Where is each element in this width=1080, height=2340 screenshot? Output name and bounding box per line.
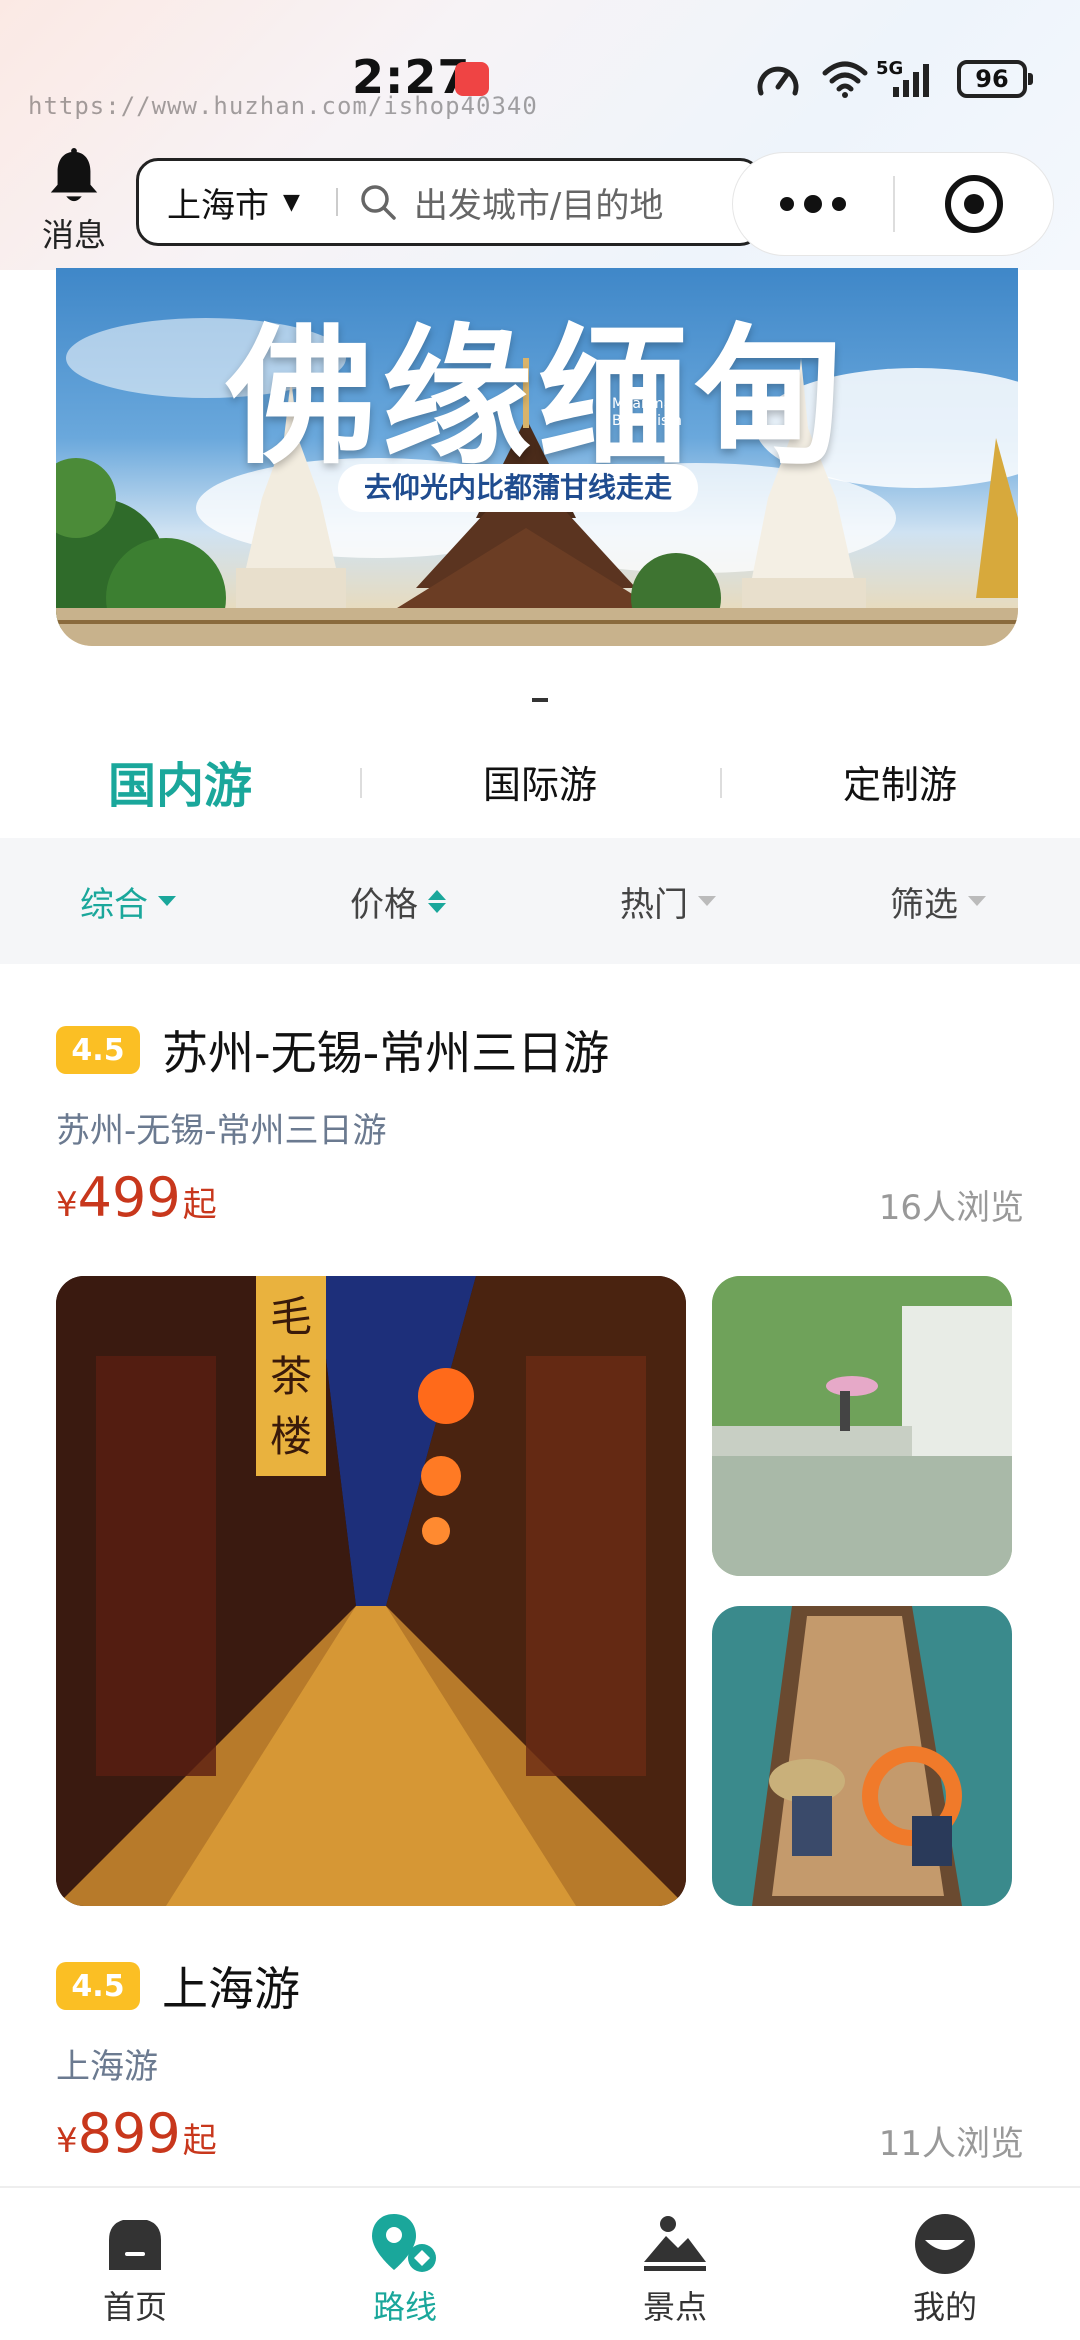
boat-photo (712, 1606, 1012, 1906)
price-value: 899 (77, 2102, 181, 2165)
svg-text:毛: 毛 (270, 1292, 312, 1341)
more-dot-icon (832, 197, 846, 211)
rating-badge: 4.5 (56, 1026, 140, 1074)
search-input[interactable]: 出发城市/目的地 (414, 178, 663, 227)
tab-international[interactable]: 国际游 (400, 726, 680, 836)
route-card[interactable]: 4.5 苏州-无锡-常州三日游 苏州-无锡-常州三日游 ¥ 499 起 16人浏… (56, 1017, 1024, 1906)
price-suffix: 起 (182, 1185, 217, 1225)
sort-price[interactable]: 价格 (350, 838, 446, 964)
sort-overall[interactable]: 综合 (80, 838, 176, 964)
sort-price-label: 价格 (350, 884, 418, 925)
route-subtitle: 苏州-无锡-常州三日游 (56, 1111, 387, 1151)
city-selector[interactable]: 上海市 ▼ (167, 178, 300, 227)
price-suffix: 起 (182, 2121, 217, 2161)
tab-divider (720, 768, 722, 798)
triangle-down-icon (158, 896, 176, 906)
triangle-down-icon (968, 896, 986, 906)
carousel-indicator (532, 698, 548, 702)
category-tabs: 国内游 国际游 定制游 (0, 726, 1080, 836)
nav-sights[interactable]: 景点 (540, 2188, 810, 2340)
route-title: 上海游 (162, 1962, 300, 2016)
svg-text:茶: 茶 (270, 1352, 312, 1401)
view-count: 11人浏览 (878, 2124, 1024, 2164)
bottom-nav: 首页 路线 景点 我的 (0, 2186, 1080, 2340)
route-photos: 毛 茶 楼 (56, 1276, 1024, 1906)
home-icon (100, 2212, 170, 2276)
sort-popular-label: 热门 (620, 884, 688, 925)
status-bar: 2:27 https://www.huzhan.com/ishop40340 9… (0, 40, 1080, 120)
sort-popular[interactable]: 热门 (620, 838, 716, 964)
sort-filter[interactable]: 筛选 (890, 838, 986, 964)
bell-icon (50, 148, 98, 202)
wifi-icon (822, 61, 868, 98)
sort-arrows-icon (428, 889, 446, 913)
miniprogram-capsule (732, 152, 1054, 256)
triangle-down-icon (698, 896, 716, 906)
more-menu-button[interactable] (733, 195, 893, 213)
nav-sights-label: 景点 (642, 2288, 707, 2326)
tab-divider (360, 768, 362, 798)
price-currency: ¥ (56, 2121, 78, 2161)
search-divider (335, 188, 338, 216)
search-icon (361, 185, 396, 220)
nav-home[interactable]: 首页 (0, 2188, 270, 2340)
network-label: 5G (876, 58, 904, 79)
tab-custom[interactable]: 定制游 (760, 726, 1040, 836)
message-label: 消息 (41, 216, 106, 254)
nav-profile-label: 我的 (912, 2288, 977, 2326)
view-count: 16人浏览 (878, 1188, 1024, 1228)
banner-en-line2: Buddhism (612, 413, 682, 429)
route-photo-canal[interactable] (712, 1276, 1012, 1576)
close-miniprogram-button[interactable] (895, 175, 1053, 233)
route-subtitle: 上海游 (56, 2047, 158, 2087)
notification-app-icon (455, 62, 489, 96)
route-photo-main[interactable]: 毛 茶 楼 (56, 1276, 686, 1906)
nav-profile[interactable]: 我的 (810, 2188, 1080, 2340)
search-bar[interactable]: 上海市 ▼ 出发城市/目的地 (136, 158, 762, 246)
banner-en-line1: Myanmar (612, 396, 678, 412)
banner-english-caption: Myanmar Buddhism (612, 396, 682, 430)
sort-filter-label: 筛选 (890, 884, 958, 925)
profile-icon (910, 2212, 980, 2276)
more-dot-icon (804, 195, 822, 213)
more-dot-icon (780, 197, 794, 211)
sort-bar: 综合 价格 热门 筛选 (0, 838, 1080, 964)
sort-overall-label: 综合 (80, 884, 148, 925)
watermark-text: https://www.huzhan.com/ishop40340 (28, 92, 538, 120)
price-value: 499 (77, 1166, 181, 1229)
tab-domestic[interactable]: 国内游 (40, 726, 320, 836)
route-photo-boat[interactable] (712, 1606, 1012, 1906)
route-pin-icon (370, 2212, 440, 2276)
message-button[interactable]: 消息 (36, 148, 112, 256)
route-price: ¥ 499 起 (56, 1166, 217, 1229)
route-card[interactable]: 4.5 上海游 上海游 ¥ 899 起 11人浏览 (56, 1953, 1024, 2182)
battery-indicator: 96 (957, 60, 1033, 98)
rating-badge: 4.5 (56, 1962, 140, 2010)
nav-home-label: 首页 (102, 2288, 167, 2326)
city-label: 上海市 (167, 185, 269, 226)
nav-route-label: 路线 (372, 2288, 437, 2326)
banner-title: 佛缘缅甸 (226, 309, 851, 485)
route-title: 苏州-无锡-常州三日游 (162, 1026, 610, 1080)
mountain-icon (640, 2212, 710, 2276)
promo-banner[interactable]: 佛缘缅甸 Myanmar Buddhism 去仰光内比都蒲甘线走走 (56, 268, 1018, 646)
route-price: ¥ 899 起 (56, 2102, 217, 2165)
banner-tagline: 去仰光内比都蒲甘线走走 (338, 464, 699, 512)
price-currency: ¥ (56, 1185, 78, 1225)
svg-text:楼: 楼 (270, 1412, 312, 1461)
caret-down-icon: ▼ (283, 189, 300, 215)
target-icon (945, 175, 1003, 233)
speed-icon (757, 66, 799, 96)
nav-route[interactable]: 路线 (270, 2188, 540, 2340)
canal-photo (712, 1276, 1012, 1576)
app-screen: 2:27 https://www.huzhan.com/ishop40340 9… (0, 0, 1080, 2340)
alley-photo: 毛 茶 楼 (56, 1276, 686, 1906)
